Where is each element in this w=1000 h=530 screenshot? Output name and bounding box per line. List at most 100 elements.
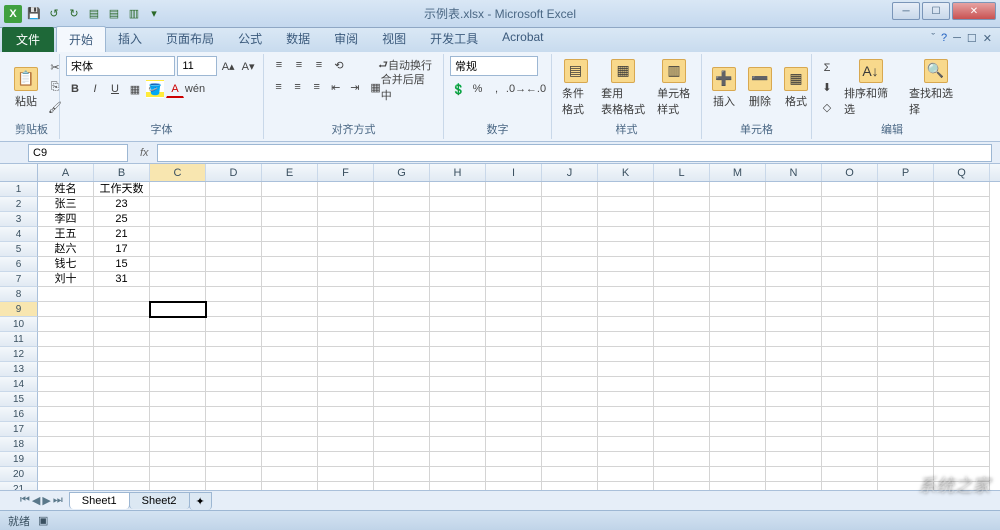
cell-K5[interactable]: [598, 242, 654, 257]
cell-P2[interactable]: [878, 197, 934, 212]
align-top-icon[interactable]: ≡: [270, 56, 288, 74]
cell-N11[interactable]: [766, 332, 822, 347]
cell-H17[interactable]: [430, 422, 486, 437]
cell-H2[interactable]: [430, 197, 486, 212]
align-bot-icon[interactable]: ≡: [310, 56, 328, 74]
cell-H11[interactable]: [430, 332, 486, 347]
align-right-icon[interactable]: ≡: [308, 78, 325, 96]
cell-G21[interactable]: [374, 482, 430, 490]
qat-icon-2[interactable]: ▤: [106, 6, 122, 22]
cell-D20[interactable]: [206, 467, 262, 482]
row-header-15[interactable]: 15: [0, 392, 38, 407]
row-header-12[interactable]: 12: [0, 347, 38, 362]
cell-M7[interactable]: [710, 272, 766, 287]
col-header-F[interactable]: F: [318, 164, 374, 181]
cell-K16[interactable]: [598, 407, 654, 422]
cell-G13[interactable]: [374, 362, 430, 377]
find-select-button[interactable]: 🔍查找和选择: [905, 57, 966, 119]
cell-C2[interactable]: [150, 197, 206, 212]
cell-N1[interactable]: [766, 182, 822, 197]
qat-icon-1[interactable]: ▤: [86, 6, 102, 22]
currency-icon[interactable]: 💲: [450, 80, 467, 98]
cell-F2[interactable]: [318, 197, 374, 212]
cell-P10[interactable]: [878, 317, 934, 332]
tab-Acrobat[interactable]: Acrobat: [490, 26, 555, 52]
cell-C14[interactable]: [150, 377, 206, 392]
cell-C5[interactable]: [150, 242, 206, 257]
cell-N7[interactable]: [766, 272, 822, 287]
cell-F21[interactable]: [318, 482, 374, 490]
cell-I1[interactable]: [486, 182, 542, 197]
cell-Q7[interactable]: [934, 272, 990, 287]
new-sheet-button[interactable]: ✦: [189, 492, 212, 510]
cell-K17[interactable]: [598, 422, 654, 437]
cell-N2[interactable]: [766, 197, 822, 212]
bold-button[interactable]: B: [66, 80, 84, 98]
cell-N8[interactable]: [766, 287, 822, 302]
cell-O12[interactable]: [822, 347, 878, 362]
row-header-3[interactable]: 3: [0, 212, 38, 227]
cell-G19[interactable]: [374, 452, 430, 467]
cell-B1[interactable]: 工作天数: [94, 182, 150, 197]
cell-P7[interactable]: [878, 272, 934, 287]
cell-A4[interactable]: 王五: [38, 227, 94, 242]
select-all-corner[interactable]: [0, 164, 38, 181]
row-header-7[interactable]: 7: [0, 272, 38, 287]
cell-E8[interactable]: [262, 287, 318, 302]
cell-H19[interactable]: [430, 452, 486, 467]
cell-N4[interactable]: [766, 227, 822, 242]
cell-F7[interactable]: [318, 272, 374, 287]
cell-H13[interactable]: [430, 362, 486, 377]
cell-L13[interactable]: [654, 362, 710, 377]
cell-I12[interactable]: [486, 347, 542, 362]
cell-P6[interactable]: [878, 257, 934, 272]
cell-Q1[interactable]: [934, 182, 990, 197]
cell-E10[interactable]: [262, 317, 318, 332]
cell-P5[interactable]: [878, 242, 934, 257]
delete-cells-button[interactable]: ➖删除: [744, 65, 776, 111]
cell-O13[interactable]: [822, 362, 878, 377]
cell-F11[interactable]: [318, 332, 374, 347]
cell-Q14[interactable]: [934, 377, 990, 392]
cell-A13[interactable]: [38, 362, 94, 377]
cell-J20[interactable]: [542, 467, 598, 482]
cell-L2[interactable]: [654, 197, 710, 212]
cell-A7[interactable]: 刘十: [38, 272, 94, 287]
cell-L3[interactable]: [654, 212, 710, 227]
cell-F9[interactable]: [318, 302, 374, 317]
cell-M9[interactable]: [710, 302, 766, 317]
cell-Q15[interactable]: [934, 392, 990, 407]
font-size-combo[interactable]: 11: [177, 56, 217, 76]
cell-E18[interactable]: [262, 437, 318, 452]
cell-G6[interactable]: [374, 257, 430, 272]
cell-H3[interactable]: [430, 212, 486, 227]
cell-D15[interactable]: [206, 392, 262, 407]
cell-D12[interactable]: [206, 347, 262, 362]
cell-J21[interactable]: [542, 482, 598, 490]
row-header-21[interactable]: 21: [0, 482, 38, 490]
tab-页面布局[interactable]: 页面布局: [154, 26, 226, 52]
cell-M21[interactable]: [710, 482, 766, 490]
cell-A21[interactable]: [38, 482, 94, 490]
cell-C11[interactable]: [150, 332, 206, 347]
workbook-close-icon[interactable]: ✕: [983, 32, 992, 45]
cell-A9[interactable]: [38, 302, 94, 317]
col-header-B[interactable]: B: [94, 164, 150, 181]
cell-O4[interactable]: [822, 227, 878, 242]
cell-F13[interactable]: [318, 362, 374, 377]
cell-C6[interactable]: [150, 257, 206, 272]
cell-B18[interactable]: [94, 437, 150, 452]
cell-E6[interactable]: [262, 257, 318, 272]
redo-icon[interactable]: ↻: [66, 6, 82, 22]
cell-C13[interactable]: [150, 362, 206, 377]
cell-B14[interactable]: [94, 377, 150, 392]
cell-I20[interactable]: [486, 467, 542, 482]
qat-icon-3[interactable]: ▥: [126, 6, 142, 22]
row-header-20[interactable]: 20: [0, 467, 38, 482]
cell-L9[interactable]: [654, 302, 710, 317]
comma-icon[interactable]: ,: [488, 80, 505, 98]
cell-O3[interactable]: [822, 212, 878, 227]
cell-B9[interactable]: [94, 302, 150, 317]
cell-C3[interactable]: [150, 212, 206, 227]
cell-G7[interactable]: [374, 272, 430, 287]
